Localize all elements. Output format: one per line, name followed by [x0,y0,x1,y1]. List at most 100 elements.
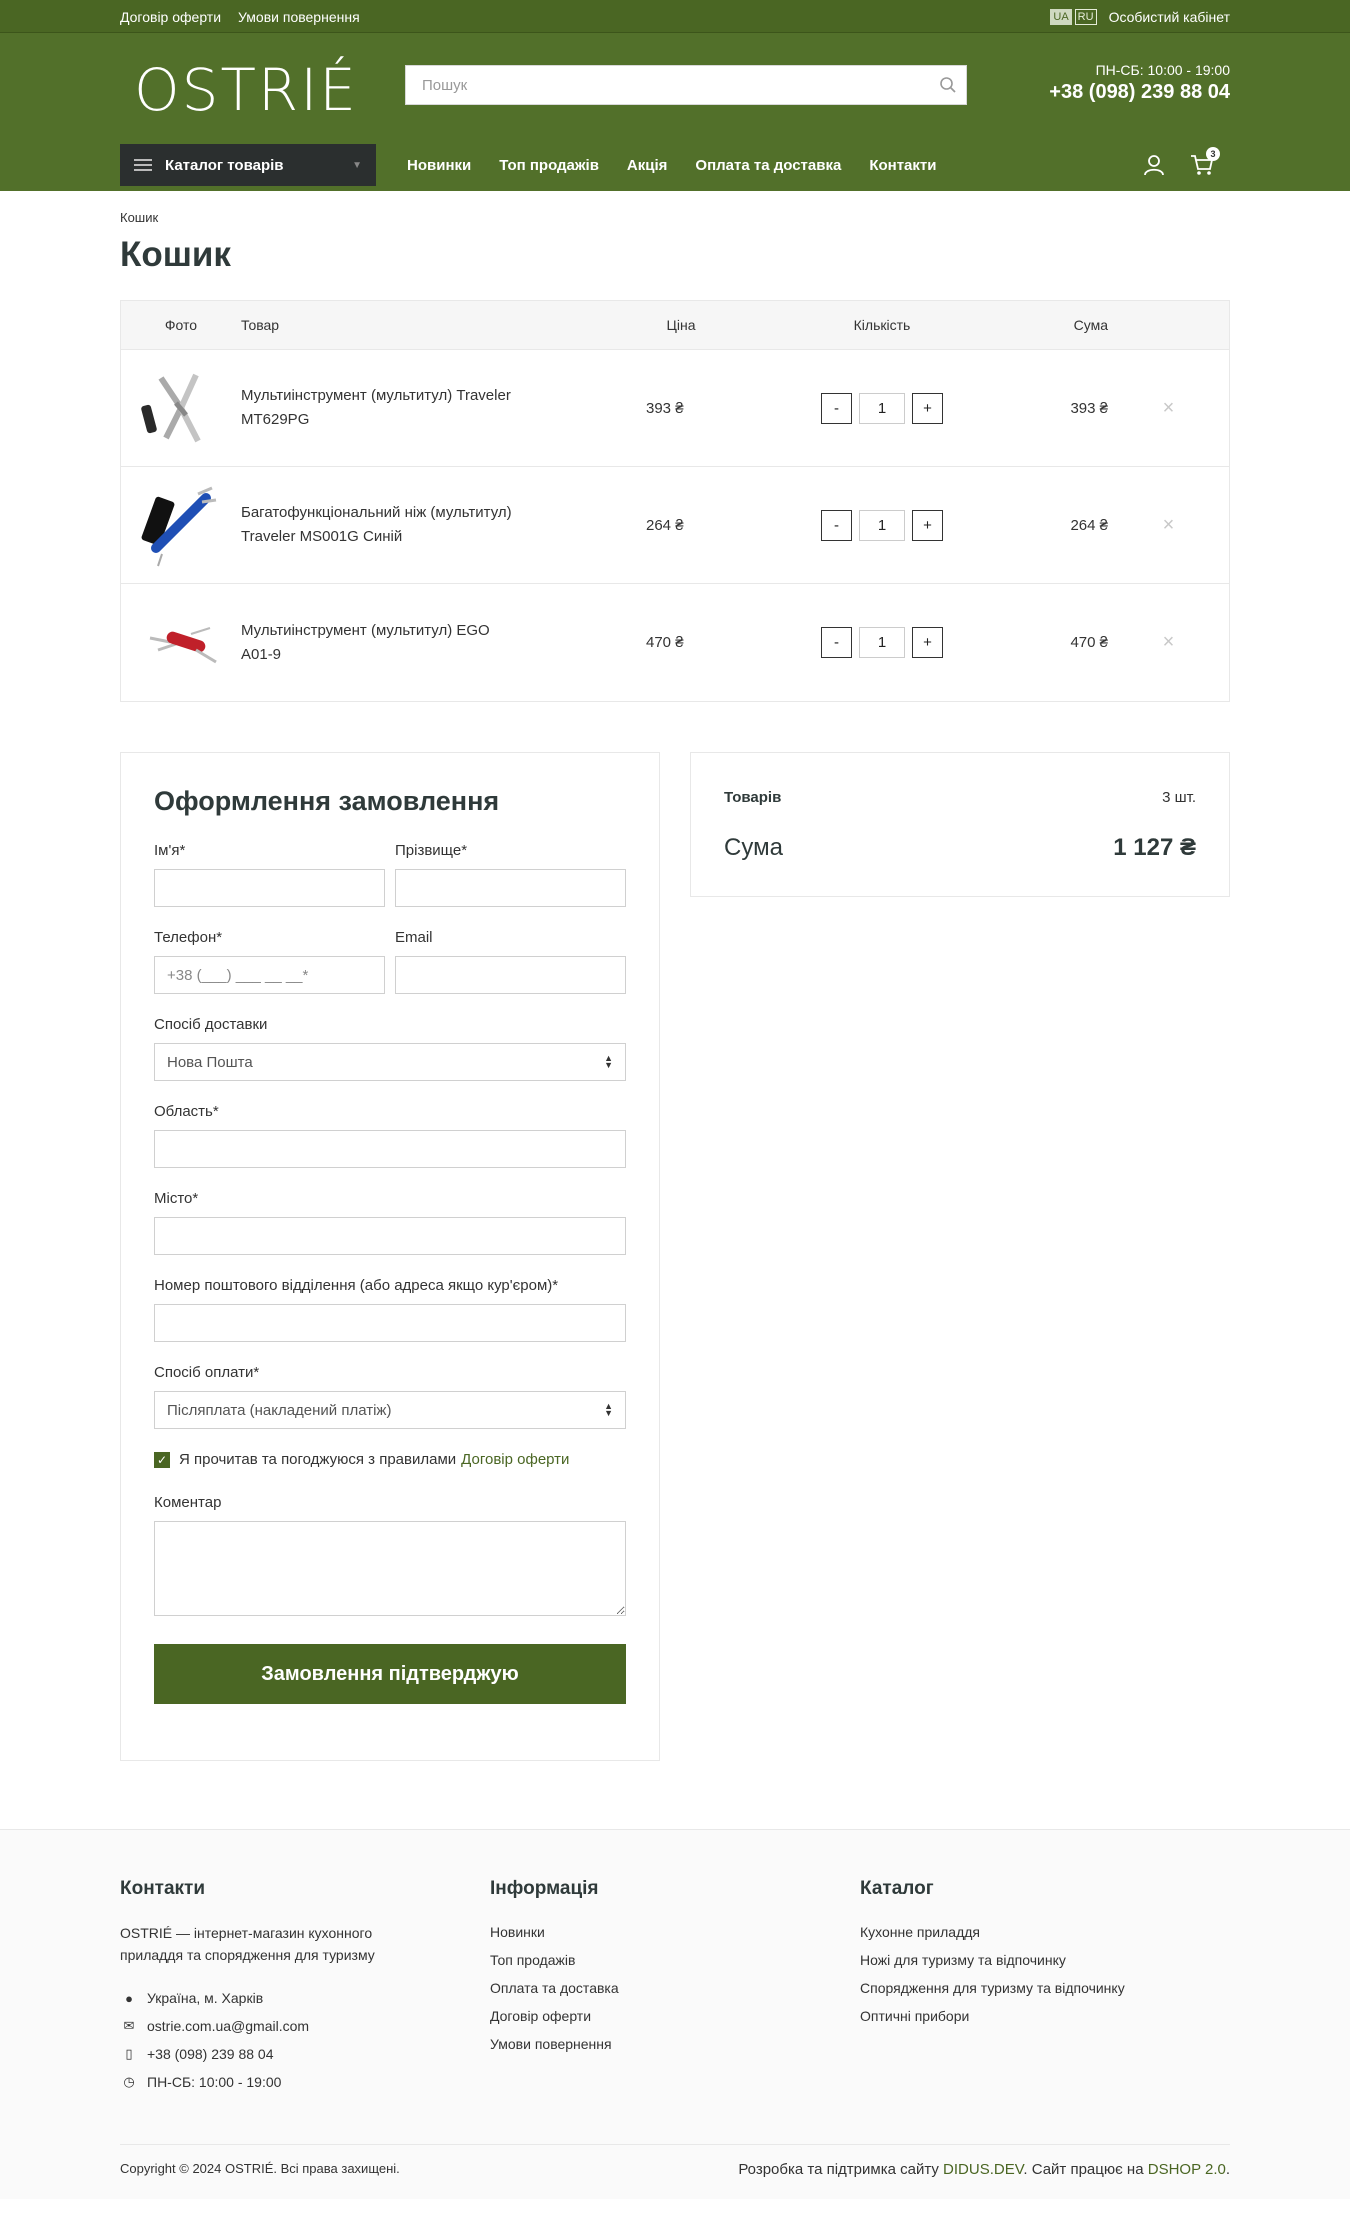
user-icon[interactable] [1140,151,1168,179]
total-label: Сума [724,834,783,861]
product-name[interactable]: Мультиінструмент (мультитул) EGO A01-9 [241,619,646,667]
qty-input[interactable] [859,627,905,658]
silver-multitool-thumbnail[interactable] [136,363,226,453]
nav-new[interactable]: Новинки [407,157,471,174]
lang-ru[interactable]: RU [1074,8,1097,25]
catalog-label: Каталог товарів [165,156,284,174]
nav-contacts[interactable]: Контакти [869,157,936,174]
footer-cat-optics[interactable]: Оптичні прибори [860,2006,1230,2034]
nav-sale[interactable]: Акція [627,157,667,174]
chevron-down-icon: ▼ [352,159,362,171]
footer-cat-equipment[interactable]: Спорядження для туризму та відпочинку [860,1978,1230,2006]
phone-field[interactable] [154,956,385,994]
nav-payment-delivery[interactable]: Оплата та доставка [695,157,841,174]
items-count: 3 шт. [1162,789,1196,806]
col-sum-header: Сума [1073,317,1108,333]
cart-header-row: Фото Товар Ціна Кількість Сума [121,301,1229,350]
qty-minus-button[interactable]: - [821,509,852,541]
dev-text-2: . Сайт працює на [1023,2161,1144,2178]
header-phone[interactable]: +38 (098) 239 88 04 [1049,81,1230,104]
branch-label: Номер поштового відділення (або адреса я… [154,1277,559,1294]
blue-multitool-thumbnail[interactable] [136,480,226,570]
comment-field[interactable] [154,1521,626,1616]
qty-minus-button[interactable]: - [821,627,852,658]
email-field[interactable] [395,956,626,994]
footer-email[interactable]: ostrie.com.ua@gmail.com [147,2018,309,2034]
lang-ua[interactable]: UA [1050,8,1072,25]
product-name[interactable]: Багатофункціональний ніж (мультитул) Tra… [241,501,646,549]
quantity-stepper: - + [821,627,943,658]
product-price: 470 ₴ [646,634,684,651]
top-bar: Договір оферти Умови повернення UA RU Ос… [0,0,1350,33]
delivery-select[interactable]: Нова Пошта ▲ ▼ [154,1043,626,1081]
agree-row: ✓ Я прочитав та погоджуюся з правилами Д… [154,1451,626,1468]
quantity-stepper: - + [821,509,943,541]
product-sum: 470 ₴ [1070,634,1108,651]
qty-plus-button[interactable]: + [912,392,943,424]
header-icons: 3 [1120,147,1220,179]
phone-label: Телефон* [154,929,223,946]
product-name[interactable]: Мультиінструмент (мультитул) Traveler MT… [241,384,646,432]
menu-icon [134,156,152,174]
footer-link-payment[interactable]: Оплата та доставка [490,1978,860,2006]
footer-cat-knives[interactable]: Ножі для туризму та відпочинку [860,1950,1230,1978]
remove-icon[interactable]: × [1163,397,1175,419]
didus-link[interactable]: DIDUS.DEV [943,2161,1023,2178]
mobile-icon: ▯ [125,2046,133,2061]
col-product-header: Товар [241,317,280,333]
remove-icon[interactable]: × [1163,631,1175,653]
footer-contacts-title: Контакти [120,1878,206,1899]
last-name-label: Прізвище* [395,842,468,859]
main-nav: Новинки Топ продажів Акція Оплата та дос… [407,144,964,186]
qty-minus-button[interactable]: - [821,392,852,424]
payment-select[interactable]: Післяплата (накладений платіж) ▲ ▼ [154,1391,626,1429]
agree-checkbox[interactable]: ✓ [154,1451,170,1468]
dev-text: Розробка та підтримка сайту [738,2161,939,2178]
qty-input[interactable] [859,509,905,541]
search-box [405,65,967,105]
qty-input[interactable] [859,392,905,424]
footer-link-returns[interactable]: Умови повернення [490,2034,860,2062]
footer-hours: ПН-СБ: 10:00 - 19:00 [147,2074,282,2090]
checkout-title: Оформлення замовлення [154,786,500,816]
search-icon[interactable] [930,66,966,104]
footer-cat-kitchen[interactable]: Кухонне приладдя [860,1922,1230,1950]
red-pocket-knife-thumbnail[interactable] [136,598,226,688]
catalog-button[interactable]: Каталог товарів ▼ [120,144,376,186]
header-contacts: ПН-СБ: 10:00 - 19:00 +38 (098) 239 88 04 [1049,62,1230,104]
confirm-order-button[interactable]: Замовлення підтверджую [154,1644,626,1704]
footer-catalog-title: Каталог [860,1878,934,1899]
footer: Контакти OSTRIÉ — інтернет-магазин кухон… [0,1829,1350,2199]
offer-link[interactable]: Договір оферти [120,9,221,25]
nav-top-sales[interactable]: Топ продажів [499,157,599,174]
search-input[interactable] [406,66,930,104]
remove-icon[interactable]: × [1163,514,1175,536]
last-name-field[interactable] [395,869,626,907]
logo[interactable]: OSTRIÉ [134,56,358,124]
qty-plus-button[interactable]: + [912,509,943,541]
items-label: Товарів [724,789,782,806]
qty-plus-button[interactable]: + [912,627,943,658]
cart-row: Мультиінструмент (мультитул) EGO A01-9 4… [121,584,1229,701]
first-name-field[interactable] [154,869,385,907]
footer-link-offer[interactable]: Договір оферти [490,2006,860,2034]
region-label: Область* [154,1103,219,1120]
cabinet-link[interactable]: Особистий кабінет [1109,9,1230,25]
city-label: Місто* [154,1190,199,1207]
footer-link-top-sales[interactable]: Топ продажів [490,1950,860,1978]
city-field[interactable] [154,1217,626,1255]
branch-field[interactable] [154,1304,626,1342]
footer-link-new[interactable]: Новинки [490,1922,860,1950]
page-title: Кошик [120,235,231,274]
region-field[interactable] [154,1130,626,1168]
product-sum: 264 ₴ [1070,516,1108,534]
breadcrumb[interactable]: Кошик [120,210,1230,225]
footer-info-title: Інформація [490,1878,599,1899]
cart-icon[interactable]: 3 [1188,147,1220,179]
dshop-link[interactable]: DSHOP 2.0 [1148,2161,1226,2178]
returns-link[interactable]: Умови повернення [238,9,360,25]
first-name-label: Ім'я* [154,842,186,859]
footer-phone[interactable]: +38 (098) 239 88 04 [147,2046,274,2062]
quantity-stepper: - + [821,392,943,424]
offer-agreement-link[interactable]: Договір оферти [461,1451,569,1468]
